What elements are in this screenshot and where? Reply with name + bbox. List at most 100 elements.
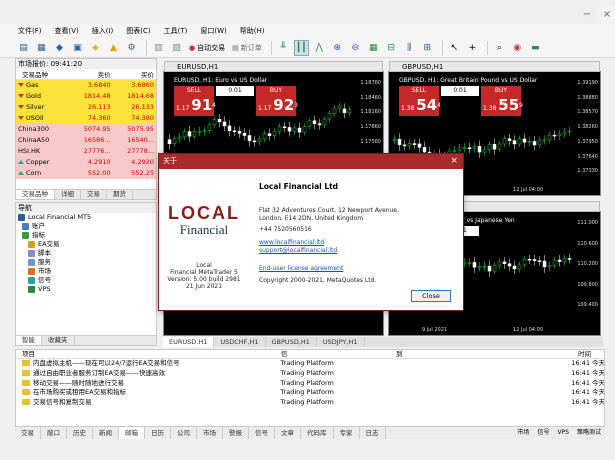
- market-watch-row[interactable]: HSI.HK 27776... 27778...: [16, 145, 156, 157]
- ide-icon[interactable]: ▧: [169, 40, 184, 56]
- crosshair-icon[interactable]: +: [465, 40, 480, 56]
- tab-trading[interactable]: 交易: [81, 190, 107, 199]
- market-watch-row[interactable]: Gold 1814.48 1814.68: [16, 90, 156, 102]
- market-watch-row[interactable]: USOil 74.360 74.380: [16, 112, 156, 124]
- col-to[interactable]: 到: [396, 350, 551, 358]
- news-row[interactable]: 在市场购买或租用EA交易和指标 Trading Platform 16:41 今天: [16, 388, 604, 398]
- toolbox-tab[interactable]: 代码库: [301, 427, 334, 439]
- periods-icon[interactable]: ⊞: [420, 40, 435, 56]
- toolbox-tab[interactable]: 警报: [223, 427, 249, 439]
- market-watch-row[interactable]: Corn 552.00 552.25: [16, 167, 156, 179]
- close-icon[interactable]: ×: [450, 154, 458, 169]
- market-watch-icon[interactable]: ◆: [52, 40, 67, 56]
- profiles-icon[interactable]: ▦: [34, 40, 49, 56]
- navigator-icon[interactable]: ◈: [88, 40, 103, 56]
- news-row[interactable]: 通过自由职业者服务订制EA交易——快速高效 Trading Platform 16:…: [16, 369, 604, 379]
- status-vps[interactable]: VPS: [557, 427, 569, 439]
- email-link[interactable]: support@localfinancial.ltd: [259, 247, 399, 255]
- autotrade-button[interactable]: ● 自动交易: [187, 40, 227, 56]
- new-chart-icon[interactable]: ▤: [16, 40, 31, 56]
- market-watch-row[interactable]: Copper 4.2910 4.2920: [16, 156, 156, 168]
- toolbox-tab[interactable]: 公司: [171, 427, 197, 439]
- chart-tab-gbpusd[interactable]: GBPUSD,H1: [266, 337, 317, 347]
- col-ask[interactable]: 买价: [112, 69, 156, 80]
- menu-window[interactable]: 窗口(W): [200, 26, 226, 36]
- status-market[interactable]: 市场: [517, 427, 529, 439]
- close-button[interactable]: Close: [411, 290, 451, 302]
- status-tester[interactable]: 策略测试: [577, 427, 601, 439]
- tab-details[interactable]: 详细: [55, 190, 81, 199]
- nav-item-signals[interactable]: 信号: [16, 276, 156, 285]
- toolbox-tab[interactable]: 市场: [197, 427, 223, 439]
- menu-tools[interactable]: 工具(T): [164, 26, 188, 36]
- terminal-icon[interactable]: ▲: [106, 40, 121, 56]
- cursor-icon[interactable]: ↖: [447, 40, 462, 56]
- indicators-icon[interactable]: ⫼: [402, 40, 417, 56]
- toolbox-tab[interactable]: 日志: [360, 427, 386, 439]
- chart-tab-eurusd[interactable]: EURUSD,H1: [163, 337, 215, 347]
- nav-item-market[interactable]: 市场: [16, 267, 156, 276]
- menu-view[interactable]: 查看(V): [55, 26, 79, 36]
- menu-help[interactable]: 帮助(H): [240, 26, 265, 36]
- news-row[interactable]: 移动交易——随时随地进行交易 Trading Platform 16:41 今天: [16, 379, 604, 389]
- tab-favorites[interactable]: 收藏夹: [42, 336, 75, 345]
- zoom-out-icon[interactable]: ⊖: [348, 40, 363, 56]
- nav-item-vps[interactable]: VPS: [16, 285, 156, 294]
- toolbox-tab[interactable]: 邮箱: [119, 427, 145, 439]
- vps-icon[interactable]: ▬: [528, 40, 543, 56]
- toolbox-tab[interactable]: 文章: [275, 427, 301, 439]
- nav-item-indicators[interactable]: 指标: [16, 231, 156, 240]
- tile-windows-icon[interactable]: ▦: [366, 40, 381, 56]
- lot-input[interactable]: 0.01: [441, 86, 479, 96]
- toolbox-tab[interactable]: 交易: [15, 427, 41, 439]
- chart-tab-usdjpy[interactable]: USDJPY,H1: [317, 337, 365, 347]
- search-icon[interactable]: ⌕: [492, 40, 507, 56]
- menu-file[interactable]: 文件(F): [18, 26, 42, 36]
- nav-item-scripts[interactable]: 脚本: [16, 249, 156, 258]
- candlestick-icon[interactable]: ┃┃: [293, 39, 309, 56]
- col-time[interactable]: 时间: [551, 350, 591, 358]
- chart-shift-icon[interactable]: ⊟: [384, 40, 399, 56]
- menu-charts[interactable]: 图表(C): [126, 26, 150, 36]
- chart-title[interactable]: GBPUSD,H1: [389, 61, 600, 72]
- tab-symbols[interactable]: 交易品种: [16, 190, 55, 199]
- market-watch-row[interactable]: China300 5074.95 5075.95: [16, 123, 156, 135]
- license-link[interactable]: End-user license agreement: [259, 265, 399, 273]
- col-bid[interactable]: 卖价: [69, 69, 113, 80]
- market-watch-row[interactable]: Gas 3.6840 3.6860: [16, 79, 156, 91]
- chart-title[interactable]: EURUSD,H1: [164, 61, 383, 72]
- col-title[interactable]: 项目: [16, 350, 281, 358]
- strategy-tester-icon[interactable]: ⚙: [124, 40, 139, 56]
- new-order-button[interactable]: ▤ 新订单: [230, 40, 264, 56]
- data-window-icon[interactable]: ▣: [70, 40, 85, 56]
- col-source[interactable]: 信: [281, 350, 396, 358]
- sell-button[interactable]: SELL 1.38 544: [399, 86, 441, 116]
- nav-item-services[interactable]: 服务: [16, 258, 156, 267]
- analytics-icon[interactable]: ◉: [510, 40, 525, 56]
- website-link[interactable]: www.localfinancial.ltd: [259, 239, 399, 247]
- toolbox-tab[interactable]: 历史: [67, 427, 93, 439]
- toolbox-tab[interactable]: 信号: [249, 427, 275, 439]
- zoom-in-icon[interactable]: ⊕: [330, 40, 345, 56]
- line-chart-icon[interactable]: ⋀: [312, 40, 327, 56]
- tab-ticks[interactable]: 期货: [107, 190, 133, 199]
- toolbox-tab[interactable]: 敞口: [41, 427, 67, 439]
- tab-general[interactable]: 智能: [16, 336, 42, 345]
- news-row[interactable]: 交易信号和复制交易 Trading Platform 16:41 今天: [16, 398, 604, 408]
- col-symbol[interactable]: 交易品种: [16, 69, 70, 80]
- market-watch-row[interactable]: Silver 26.113 26.133: [16, 101, 156, 113]
- nav-item-accounts[interactable]: 账户: [16, 222, 156, 231]
- lot-input[interactable]: 0.01: [216, 86, 254, 96]
- nav-item-experts[interactable]: EA交易: [16, 240, 156, 249]
- news-row[interactable]: 内盘虚拟主机——现在可以24/7运行EA交易和信号 Trading Platfor…: [16, 359, 604, 369]
- toolbox-tab[interactable]: 日历: [145, 427, 171, 439]
- window-close-icon[interactable]: ×: [598, 6, 615, 24]
- buy-button[interactable]: BUY 1.17 923: [256, 86, 298, 116]
- menu-insert[interactable]: 插入(I): [92, 26, 114, 36]
- window-minimize-icon[interactable]: −: [578, 6, 596, 24]
- market-watch-row[interactable]: ChinaA50 16586... 16540...: [16, 134, 156, 146]
- bar-chart-icon[interactable]: ╨: [276, 40, 291, 56]
- toolbox-tab[interactable]: 新闻: [93, 427, 119, 439]
- toolbox-tab[interactable]: 专家: [334, 427, 360, 439]
- buy-button[interactable]: BUY 1.38 559: [481, 86, 523, 116]
